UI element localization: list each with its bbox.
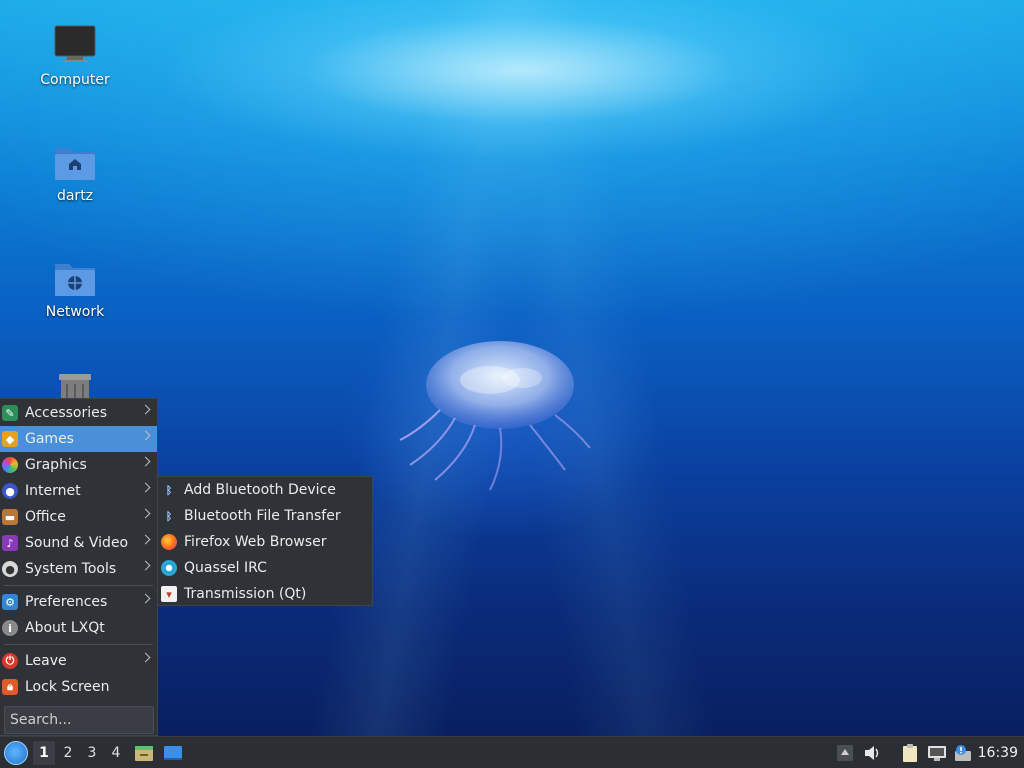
menu-item-sound-video[interactable]: ♪ Sound & Video	[0, 530, 157, 556]
menu-separator	[4, 585, 153, 586]
bluetooth-icon: ᛒ	[165, 509, 173, 523]
chevron-right-icon	[140, 482, 151, 493]
chevron-right-icon	[140, 593, 151, 604]
menu-search-input[interactable]: Search...	[4, 706, 154, 734]
clock[interactable]: 16:39	[978, 737, 1018, 768]
menu-item-about-lxqt[interactable]: i About LXQt	[0, 615, 157, 641]
graphics-icon	[2, 457, 18, 473]
start-menu-button[interactable]	[4, 741, 28, 765]
chevron-right-icon	[140, 534, 151, 545]
menu-item-games[interactable]: ◆ Games	[0, 426, 157, 452]
quassel-icon	[161, 560, 177, 576]
volume-icon[interactable]	[862, 743, 882, 763]
firefox-icon	[161, 534, 177, 550]
games-icon: ◆	[2, 431, 18, 447]
network-folder-icon	[53, 256, 97, 300]
lock-icon: 🔒︎	[2, 679, 18, 695]
taskbar: 1 2 3 4 16:39	[0, 736, 1024, 768]
workspace-4-button[interactable]: 4	[105, 741, 127, 765]
update-notifier-icon[interactable]	[953, 743, 973, 763]
application-menu: ✎ Accessories ◆ Games Graphics ● Interne…	[0, 398, 158, 736]
workspace-3-button[interactable]: 3	[81, 741, 103, 765]
submenu-item-bluetooth-file-transfer[interactable]: ᛒ Bluetooth File Transfer	[158, 503, 372, 529]
submenu-item-quassel-irc[interactable]: Quassel IRC	[158, 555, 372, 581]
internet-icon: ●	[2, 483, 18, 499]
menu-item-office[interactable]: ▬ Office	[0, 504, 157, 530]
jellyfish-wallpaper-art	[399, 341, 591, 491]
desktop-icon-label: Network	[45, 304, 105, 320]
chevron-right-icon	[140, 404, 151, 415]
submenu-item-firefox[interactable]: Firefox Web Browser	[158, 529, 372, 555]
desktop-icon-computer[interactable]: Computer	[30, 24, 120, 88]
menu-item-graphics[interactable]: Graphics	[0, 452, 157, 478]
info-icon: i	[2, 620, 18, 636]
bluetooth-icon: ᛒ	[165, 483, 173, 497]
office-icon: ▬	[2, 509, 18, 525]
home-folder-icon	[53, 140, 97, 184]
preferences-icon: ⚙	[2, 594, 18, 610]
sound-video-icon: ♪	[2, 535, 18, 551]
menu-item-leave[interactable]: ⏻ Leave	[0, 648, 157, 674]
menu-item-preferences[interactable]: ⚙ Preferences	[0, 589, 157, 615]
system-tools-icon: ●	[2, 561, 18, 577]
network-status-icon[interactable]	[927, 743, 947, 763]
power-icon: ⏻	[2, 653, 18, 669]
submenu-item-add-bluetooth-device[interactable]: ᛒ Add Bluetooth Device	[158, 477, 372, 503]
show-desktop-icon[interactable]	[163, 743, 183, 763]
desktop-icon-home[interactable]: dartz	[30, 140, 120, 204]
chevron-right-icon	[140, 508, 151, 519]
submenu-item-transmission[interactable]: ▾ Transmission (Qt)	[158, 581, 372, 607]
menu-item-system-tools[interactable]: ● System Tools	[0, 556, 157, 582]
chevron-right-icon	[140, 430, 151, 441]
clipboard-icon[interactable]	[900, 743, 920, 763]
menu-item-internet[interactable]: ● Internet	[0, 478, 157, 504]
file-manager-launcher-icon[interactable]	[134, 743, 154, 763]
chevron-right-icon	[140, 652, 151, 663]
chevron-right-icon	[140, 456, 151, 467]
desktop-icon-label: Computer	[40, 72, 110, 88]
transmission-icon: ▾	[161, 586, 177, 602]
monitor-icon	[53, 24, 97, 68]
internet-submenu: ᛒ Add Bluetooth Device ᛒ Bluetooth File …	[157, 476, 373, 606]
desktop-icon-network[interactable]: Network	[30, 256, 120, 320]
accessories-icon: ✎	[2, 405, 18, 421]
desktop-icon-label: dartz	[56, 188, 94, 204]
workspace-2-button[interactable]: 2	[57, 741, 79, 765]
chevron-right-icon	[140, 560, 151, 571]
menu-item-lock-screen[interactable]: 🔒︎ Lock Screen	[0, 674, 157, 700]
menu-item-accessories[interactable]: ✎ Accessories	[0, 400, 157, 426]
workspace-1-button[interactable]: 1	[33, 741, 55, 765]
menu-separator	[4, 644, 153, 645]
tray-expand-icon[interactable]	[835, 743, 855, 763]
